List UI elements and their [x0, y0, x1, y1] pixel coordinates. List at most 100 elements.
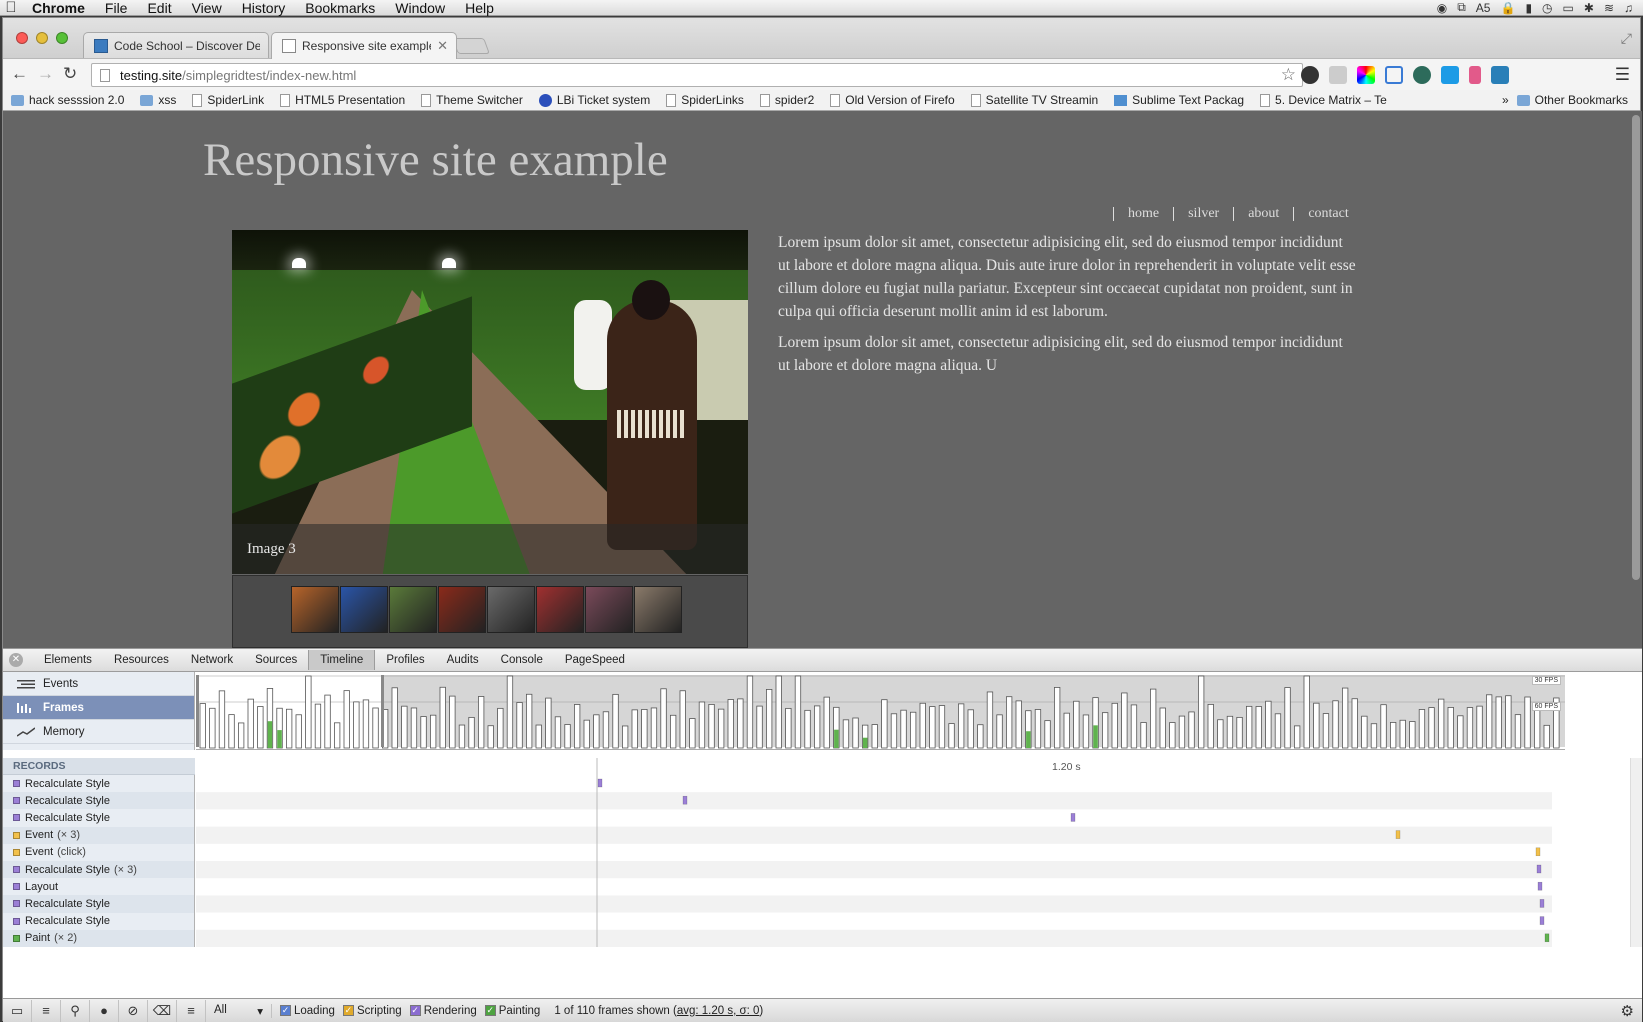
page-scrollbar[interactable]	[1632, 115, 1640, 580]
battery-icon[interactable]: ▮	[1525, 1, 1532, 15]
frames-stats[interactable]: avg: 1.20 s, σ: 0	[677, 1005, 760, 1017]
thumbnail[interactable]	[634, 586, 682, 633]
record-row[interactable]: Recalculate Style	[3, 809, 194, 827]
frame-bar[interactable]	[439, 686, 446, 749]
thumbnail[interactable]	[487, 586, 535, 633]
frame-bar[interactable]	[641, 709, 648, 749]
frame-bar[interactable]	[1438, 698, 1445, 749]
frame-bar[interactable]	[631, 709, 638, 749]
trash-icon[interactable]: ⌫	[148, 999, 177, 1022]
thumbnail[interactable]	[291, 586, 339, 633]
frame-bar[interactable]	[535, 724, 542, 749]
frame-bar[interactable]	[919, 702, 926, 749]
record-icon[interactable]: ●	[90, 999, 119, 1022]
frame-bar[interactable]	[1217, 719, 1224, 749]
category-filter-loading[interactable]: ✓ Loading	[280, 1005, 335, 1017]
nav-contact[interactable]: contact	[1293, 207, 1362, 221]
frame-bar[interactable]	[391, 687, 398, 749]
frame-bar[interactable]	[1121, 692, 1128, 749]
record-bar[interactable]	[1539, 916, 1545, 925]
frame-bar[interactable]	[900, 709, 907, 749]
record-row[interactable]: Event (click)	[3, 843, 194, 861]
frame-bar[interactable]	[602, 711, 610, 749]
frame-bar[interactable]	[890, 713, 898, 749]
tab-resources[interactable]: Resources	[103, 650, 180, 670]
menu-file[interactable]: File	[95, 0, 138, 16]
frame-bar[interactable]	[1534, 705, 1541, 749]
frame-bar[interactable]	[1265, 700, 1272, 749]
eye-extension-icon[interactable]	[1413, 66, 1431, 84]
frame-bar[interactable]	[977, 724, 984, 749]
frame-bar[interactable]	[525, 693, 533, 749]
menu-help[interactable]: Help	[455, 0, 504, 16]
frame-bar[interactable]	[650, 707, 658, 749]
frame-bar[interactable]	[573, 704, 581, 749]
frame-bar[interactable]	[487, 725, 494, 749]
frame-bar[interactable]	[804, 709, 811, 749]
frame-bar[interactable]	[910, 711, 917, 749]
frame-bar[interactable]	[1044, 720, 1051, 749]
frame-bar[interactable]	[727, 699, 734, 749]
overview-selection-window[interactable]	[196, 675, 384, 747]
frame-bar[interactable]	[1399, 719, 1406, 749]
menu-history[interactable]: History	[232, 0, 296, 16]
feedly-extension-icon[interactable]	[1441, 66, 1459, 84]
tab-audits[interactable]: Audits	[436, 650, 490, 670]
frames-overview[interactable]: 30 FPS 60 FPS	[196, 672, 1565, 750]
record-bar[interactable]	[682, 795, 688, 805]
record-row[interactable]: Paint (× 2)	[3, 929, 194, 947]
frame-bar[interactable]	[1466, 707, 1474, 749]
frame-bar[interactable]	[1034, 709, 1042, 749]
frame-bar[interactable]	[1006, 696, 1013, 749]
frame-bar[interactable]	[1274, 713, 1282, 749]
frame-bar[interactable]	[1188, 711, 1195, 749]
other-bookmarks[interactable]: Other Bookmarks	[1516, 93, 1640, 107]
clear-icon[interactable]: ⊘	[119, 999, 148, 1022]
frame-bar[interactable]	[1505, 695, 1512, 749]
tab-profiles[interactable]: Profiles	[375, 650, 435, 670]
resize-extension-icon[interactable]	[1491, 66, 1509, 84]
frame-bar[interactable]	[458, 724, 466, 749]
frame-bar[interactable]	[1313, 702, 1320, 749]
nav-home[interactable]: home	[1113, 207, 1173, 221]
frame-bar[interactable]	[1178, 715, 1186, 749]
frame-bar[interactable]	[669, 714, 677, 749]
tab-responsive-site[interactable]: Responsive site example ✕	[271, 32, 457, 59]
frame-bar[interactable]	[794, 675, 802, 749]
tab-sources[interactable]: Sources	[244, 650, 308, 670]
device-extension-icon[interactable]	[1469, 66, 1481, 84]
frame-bar[interactable]	[1322, 713, 1330, 749]
frame-bar[interactable]	[689, 718, 696, 749]
bookmark-item[interactable]: Satellite TV Streamin	[970, 93, 1098, 107]
search-icon[interactable]: ⚲	[61, 999, 90, 1022]
frame-bar[interactable]	[429, 714, 437, 749]
window-minimize-button[interactable]	[36, 32, 48, 44]
frame-bar[interactable]	[1476, 705, 1483, 749]
address-bar[interactable]: testing.site /simplegridtest/index-new.h…	[91, 63, 1303, 87]
menu-edit[interactable]: Edit	[137, 0, 181, 16]
frame-bar[interactable]	[929, 706, 936, 749]
frame-bar[interactable]	[756, 705, 763, 749]
bookmarks-overflow-button[interactable]: »	[1502, 93, 1509, 107]
fullscreen-icon[interactable]: ⤢	[1621, 30, 1632, 47]
frame-bar[interactable]	[823, 696, 830, 749]
bookmark-item[interactable]: LBi Ticket system	[538, 93, 650, 107]
bookmark-item[interactable]: Sublime Text Packag	[1114, 93, 1244, 107]
frame-bar[interactable]	[1054, 687, 1061, 749]
record-row[interactable]: Recalculate Style	[3, 792, 194, 810]
frame-bar[interactable]	[1198, 675, 1205, 749]
color-picker-extension-icon[interactable]	[1357, 66, 1375, 84]
frame-bar[interactable]	[746, 675, 754, 749]
bookmark-item[interactable]: hack sesssion 2.0	[11, 93, 124, 107]
tab-elements[interactable]: Elements	[33, 650, 103, 670]
menu-app-name[interactable]: Chrome	[22, 0, 95, 16]
frame-bar[interactable]	[1226, 715, 1234, 749]
record-row[interactable]: Event (× 3)	[3, 826, 194, 844]
frame-bar[interactable]	[420, 716, 427, 749]
frame-bar[interactable]	[1255, 706, 1262, 749]
frame-bar[interactable]	[1342, 687, 1349, 749]
tab-pagespeed[interactable]: PageSpeed	[554, 650, 636, 670]
apple-menu-icon[interactable]: 	[0, 0, 22, 16]
frame-bar[interactable]	[986, 691, 994, 749]
frame-bar[interactable]	[881, 699, 888, 749]
